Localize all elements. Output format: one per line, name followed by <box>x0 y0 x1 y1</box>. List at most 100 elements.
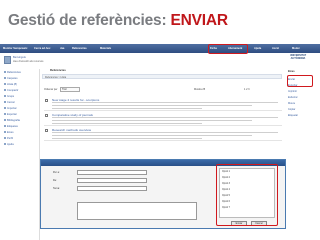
nav-item[interactable]: Cerca ad-hoc <box>34 47 50 50</box>
embedded-screenshot: Monitor Sempewetc Cerca ad-hoc Jaa Refer… <box>0 44 320 240</box>
rightpanel-item[interactable]: Esborrar <box>288 96 298 99</box>
row-checkbox[interactable] <box>45 114 48 117</box>
bullet-icon <box>4 107 6 109</box>
bullet-icon <box>4 143 6 145</box>
subject-label: Tema: <box>53 187 60 190</box>
sidebar-item[interactable]: Grups <box>4 95 14 99</box>
slide-title: Gestió de referències: ENVIAR <box>8 12 228 30</box>
row-text-line <box>52 117 278 119</box>
sidebar-item-label: Compartir <box>7 89 19 92</box>
to-label: Per a: <box>53 171 60 174</box>
highlight-nav <box>208 44 248 54</box>
row-text-line <box>52 105 252 107</box>
sidebar-item-label: Grups <box>7 95 15 98</box>
title-accent: ENVIAR <box>170 12 229 29</box>
sidebar-item[interactable]: Etiquetes <box>4 125 18 129</box>
rightpanel-item[interactable]: Moure <box>288 102 295 105</box>
rightpanel-item[interactable]: Copiar <box>288 108 295 111</box>
sort-label: Ordenar per <box>44 88 58 91</box>
sort-select[interactable]: Títol <box>60 87 80 92</box>
left-sidebar: Referències Carpetes Llista (8) Comparti… <box>0 69 40 240</box>
sidebar-item[interactable]: Compartir <box>4 89 18 93</box>
page-title: Referències <box>50 68 66 72</box>
nav-item[interactable]: Monitor Sempewetc <box>3 47 28 50</box>
row-text-line <box>52 102 278 104</box>
bullet-icon <box>4 89 6 91</box>
bullet-icon <box>4 113 6 115</box>
from-label: De: <box>53 179 57 182</box>
highlight-send <box>287 75 313 87</box>
rightpanel-item[interactable]: Etiquetar <box>288 114 298 117</box>
pagination[interactable]: 1 2 3 <box>244 88 250 91</box>
sidebar-item[interactable]: Eines <box>4 131 14 135</box>
message-box: Benvinguts Heu d'accedir als recursos <box>4 55 62 65</box>
sidebar-item[interactable]: Cercar <box>4 101 15 105</box>
nav-item[interactable]: Referencias <box>72 47 87 50</box>
right-panel: Eines Enviar Exportar Imprimir Esborrar … <box>288 68 320 240</box>
message-textarea[interactable] <box>77 202 197 220</box>
highlight-options <box>216 164 278 226</box>
list-item[interactable]: Comparative study of journals <box>44 112 282 126</box>
top-navigation-bar: Monitor Sempewetc Cerca ad-hoc Jaa Refer… <box>0 44 320 53</box>
sidebar-item[interactable]: Exportar <box>4 113 17 117</box>
bullet-icon <box>4 71 6 73</box>
bullet-icon <box>4 77 6 79</box>
to-field-row: Per a: <box>53 170 203 175</box>
title-prefix: Gestió de referències: <box>8 12 171 29</box>
sidebar-item-label: Perfil <box>7 137 13 140</box>
row-text-line <box>52 132 278 134</box>
subject-input[interactable] <box>77 186 147 191</box>
sidebar-item-label: Llista (8) <box>7 83 17 86</box>
bullet-icon <box>4 95 6 97</box>
content-header: Referències Referències > Llista <box>42 68 282 82</box>
from-field-row: De: <box>53 178 203 183</box>
sidebar-item[interactable]: Perfil <box>4 137 13 141</box>
sidebar-item-label: Etiquetes <box>7 125 18 128</box>
sidebar-item[interactable]: Importar <box>4 107 17 111</box>
bullet-icon <box>4 125 6 127</box>
bullet-icon <box>4 119 6 121</box>
nav-item[interactable]: Jaa <box>60 47 64 50</box>
row-text-line <box>52 108 202 110</box>
message-line: Benvinguts <box>13 56 26 59</box>
row-text-line <box>52 135 252 137</box>
avatar-icon <box>4 56 11 64</box>
row-checkbox[interactable] <box>45 99 48 102</box>
breadcrumb: Referències > Llista <box>42 74 282 79</box>
row-text-line <box>52 138 202 140</box>
sidebar-item-label: Cercar <box>7 101 15 104</box>
to-input[interactable] <box>77 170 147 175</box>
list-item[interactable]: New stage 2 results for...scorpions <box>44 97 282 111</box>
rightpanel-item[interactable]: Imprimir <box>288 90 297 93</box>
reference-list: New stage 2 results for...scorpions Comp… <box>44 97 282 141</box>
row-text-line <box>52 123 202 125</box>
from-input[interactable] <box>77 178 147 183</box>
sidebar-item-label: Bibliografia <box>7 119 20 122</box>
nav-item[interactable]: Materials <box>100 47 111 50</box>
nav-item[interactable]: Acció <box>272 47 279 50</box>
subject-field-row: Tema: <box>53 186 203 191</box>
brand-logo: UNIVERSITAT AUTÒNOMA <box>280 54 316 60</box>
nav-item[interactable]: Ajuda <box>254 47 261 50</box>
sidebar-item-label: Exportar <box>7 113 17 116</box>
sidebar-item-label: Ajuda <box>7 143 14 146</box>
nav-item[interactable]: Moder <box>292 47 300 50</box>
sidebar-item[interactable]: Referències <box>4 71 21 75</box>
show-label[interactable]: Mostra 25 <box>194 88 205 91</box>
bullet-icon <box>4 83 6 85</box>
brand-line: AUTÒNOMA <box>290 57 306 60</box>
list-toolbar: Ordenar per Títol Mostra 25 1 2 3 <box>44 86 282 94</box>
sidebar-item-label: Eines <box>7 131 14 134</box>
bullet-icon <box>4 101 6 103</box>
sidebar-item-label: Carpetes <box>7 77 18 80</box>
rightpanel-heading: Eines <box>288 70 295 73</box>
list-item[interactable]: Research methods overview <box>44 127 282 141</box>
sidebar-item[interactable]: Llista (8) <box>4 83 17 87</box>
bullet-icon <box>4 131 6 133</box>
sidebar-item[interactable]: Bibliografia <box>4 119 20 123</box>
sidebar-item[interactable]: Ajuda <box>4 143 14 147</box>
row-checkbox[interactable] <box>45 129 48 132</box>
breadcrumb-text: Referències > Llista <box>45 76 67 79</box>
sidebar-item[interactable]: Carpetes <box>4 77 18 81</box>
sidebar-item-label: Referències <box>7 71 21 74</box>
